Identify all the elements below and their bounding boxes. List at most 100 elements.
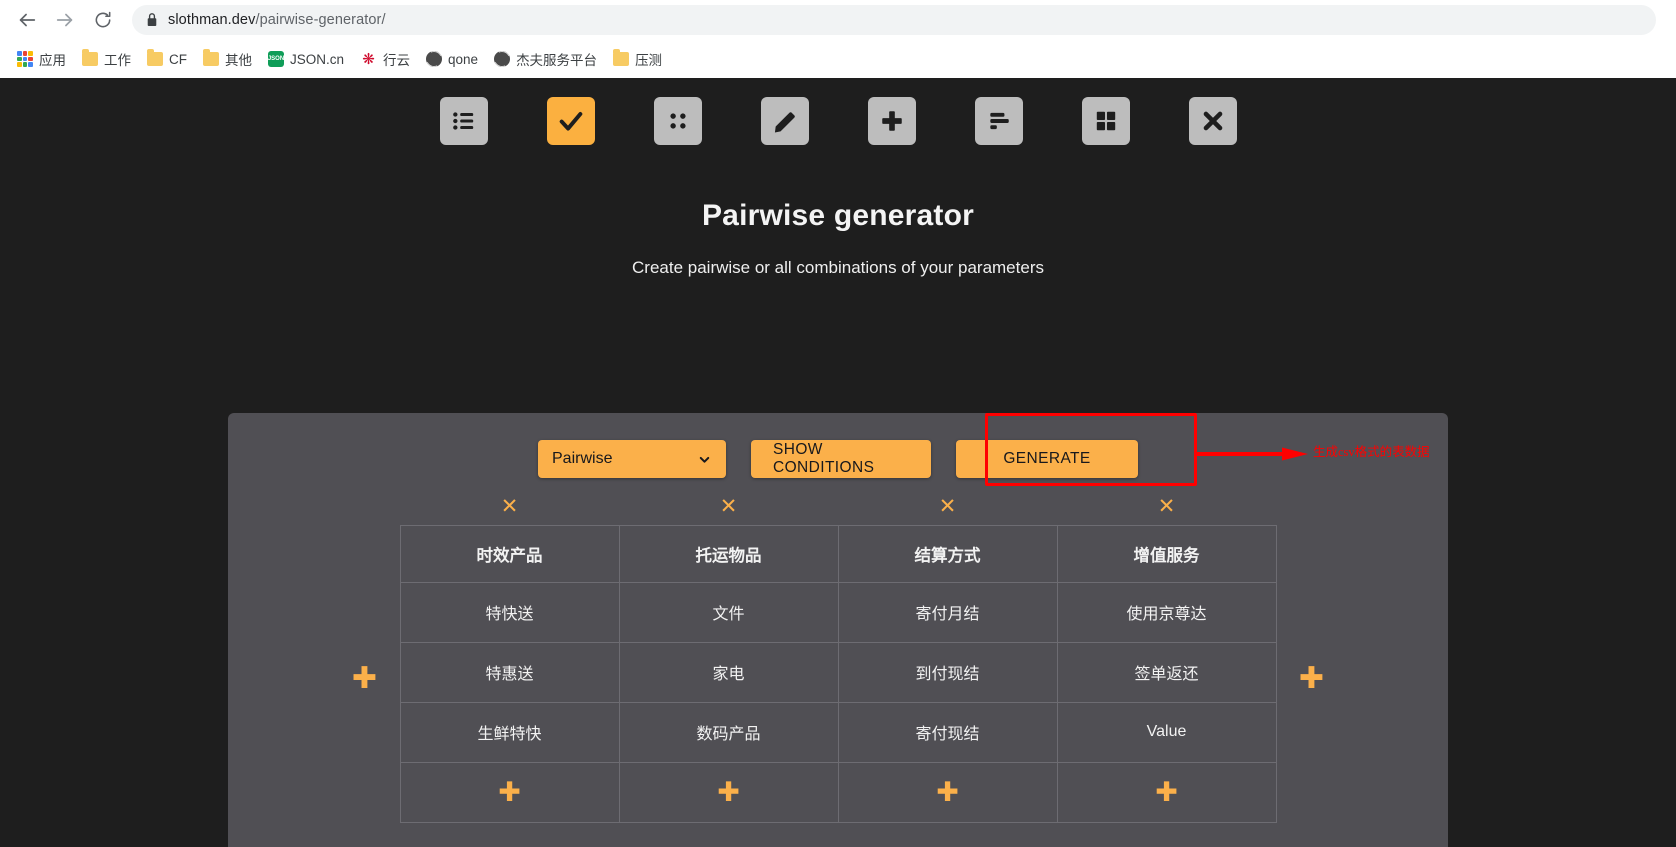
bulleted-list-icon <box>451 108 477 134</box>
annotation-arrow-icon <box>1196 447 1308 461</box>
remove-column-cell[interactable]: ✕ <box>838 491 1057 525</box>
bookmark-yace[interactable]: 压测 <box>606 45 669 73</box>
annotation-text: 生成csv格式的表数据 <box>1313 445 1430 459</box>
bookmark-label: 工作 <box>104 53 131 68</box>
dice-four-icon <box>665 108 691 134</box>
page-subtitle: Create pairwise or all combinations of y… <box>632 258 1044 277</box>
grid-four-icon <box>1093 108 1119 134</box>
edit-button[interactable] <box>760 97 809 145</box>
column-header[interactable]: 时效产品 <box>399 524 620 583</box>
url-text: slothman.dev/pairwise-generator/ <box>168 12 386 28</box>
remove-column-cell[interactable]: ✕ <box>1057 491 1276 525</box>
bookmark-label: 压测 <box>635 53 663 68</box>
remove-column-cell[interactable]: ✕ <box>400 491 619 525</box>
align-left-icon <box>986 108 1012 134</box>
bookmark-jsoncn[interactable]: JSON JSON.cn <box>261 47 351 71</box>
folder-icon <box>613 49 630 66</box>
close-x-icon <box>1200 108 1226 134</box>
close-button[interactable] <box>1188 97 1237 145</box>
app-toolbar <box>0 78 1676 145</box>
app-root: Pairwise generator Create pairwise or al… <box>0 78 1676 847</box>
bookmark-apps[interactable]: 应用 <box>10 45 73 73</box>
folder-icon <box>203 49 219 66</box>
list-view-button[interactable] <box>439 97 488 145</box>
value-cell[interactable]: 使用京尊达 <box>1056 581 1277 643</box>
json-icon: JSON <box>268 51 284 67</box>
check-button[interactable] <box>546 97 595 145</box>
bookmark-label: 其他 <box>225 53 252 68</box>
url-path: /pairwise-generator/ <box>255 12 386 28</box>
add-value-cell[interactable]: ✚ <box>1056 761 1277 823</box>
bookmark-xingyun[interactable]: ❋ 行云 <box>353 45 417 73</box>
folder-icon <box>82 49 98 66</box>
folder-icon <box>147 49 163 66</box>
value-cell[interactable]: 特惠送 <box>399 641 620 703</box>
close-x-icon[interactable]: ✕ <box>720 496 738 517</box>
value-cell[interactable]: 签单返还 <box>1056 641 1277 703</box>
checkmark-icon <box>557 107 585 135</box>
add-value-cell[interactable]: ✚ <box>618 761 839 823</box>
plus-icon <box>879 108 905 134</box>
column-header[interactable]: 增值服务 <box>1056 524 1277 583</box>
globe-icon <box>494 51 511 67</box>
parameter-table: ✕ ✕ ✕ ✕ 时效产品 托运物品 结算方式 增值服务 特快送 文件 寄付月结 … <box>399 491 1277 823</box>
value-cell[interactable]: 数码产品 <box>618 701 839 763</box>
globe-icon <box>426 51 443 67</box>
mode-select[interactable]: Pairwise <box>538 440 726 478</box>
add-button[interactable] <box>867 97 916 145</box>
bookmark-work[interactable]: 工作 <box>75 45 138 73</box>
table-row: 生鲜特快 数码产品 寄付现结 Value <box>399 701 1277 763</box>
table-row: 特惠送 家电 到付现结 签单返还 <box>399 641 1277 703</box>
grid-button[interactable] <box>1081 97 1130 145</box>
generate-button[interactable]: GENERATE <box>956 440 1138 478</box>
bookmark-label: 杰夫服务平台 <box>516 53 598 68</box>
add-value-row: ✚ ✚ ✚ ✚ <box>399 761 1277 823</box>
column-header[interactable]: 结算方式 <box>837 524 1058 583</box>
bookmark-other[interactable]: 其他 <box>196 45 259 73</box>
value-cell[interactable]: 生鲜特快 <box>399 701 620 763</box>
close-x-icon[interactable]: ✕ <box>1158 496 1176 517</box>
huawei-icon: ❋ <box>362 50 375 68</box>
close-x-icon[interactable]: ✕ <box>939 496 957 517</box>
plus-icon[interactable]: ✚ <box>717 777 740 807</box>
plus-icon[interactable]: ✚ <box>936 777 959 807</box>
remove-column-row: ✕ ✕ ✕ ✕ <box>400 491 1276 525</box>
back-arrow-icon[interactable] <box>10 3 44 37</box>
table-row: 特快送 文件 寄付月结 使用京尊达 <box>399 581 1277 643</box>
remove-column-cell[interactable]: ✕ <box>619 491 838 525</box>
add-value-cell[interactable]: ✚ <box>837 761 1058 823</box>
close-x-icon[interactable]: ✕ <box>501 496 519 517</box>
plus-icon[interactable]: ✚ <box>498 777 521 807</box>
url-host: slothman.dev <box>168 12 256 28</box>
value-cell[interactable]: 文件 <box>618 581 839 643</box>
add-value-cell[interactable]: ✚ <box>399 761 620 823</box>
add-column-button-right[interactable]: ✚ <box>1277 522 1347 792</box>
bookmark-label: 行云 <box>383 53 411 68</box>
show-conditions-button[interactable]: SHOW CONDITIONS <box>751 440 931 478</box>
pencil-icon <box>772 108 798 134</box>
column-header[interactable]: 托运物品 <box>618 524 839 583</box>
mode-select-value: Pairwise <box>552 450 613 467</box>
bookmark-label: 应用 <box>39 53 66 68</box>
generator-card: Pairwise SHOW CONDITIONS GENERATE 生成csv格… <box>228 413 1448 847</box>
address-bar[interactable]: slothman.dev/pairwise-generator/ <box>132 5 1656 35</box>
apps-grid-icon <box>17 51 33 67</box>
bookmark-label: qone <box>448 51 479 67</box>
reload-icon[interactable] <box>86 3 120 37</box>
add-row-button-left[interactable]: ✚ <box>330 522 400 792</box>
forward-arrow-icon[interactable] <box>48 3 82 37</box>
browser-chrome: slothman.dev/pairwise-generator/ 应用 工作 C… <box>0 0 1676 78</box>
value-cell[interactable]: 家电 <box>618 641 839 703</box>
plus-icon[interactable]: ✚ <box>1155 777 1178 807</box>
table-header-row: 时效产品 托运物品 结算方式 增值服务 <box>399 524 1277 583</box>
bookmark-qone[interactable]: qone <box>419 47 485 71</box>
value-cell[interactable]: 寄付月结 <box>837 581 1058 643</box>
align-button[interactable] <box>974 97 1023 145</box>
dice-button[interactable] <box>653 97 702 145</box>
value-cell[interactable]: 寄付现结 <box>837 701 1058 763</box>
value-cell[interactable]: 特快送 <box>399 581 620 643</box>
value-cell[interactable]: 到付现结 <box>837 641 1058 703</box>
bookmark-cf[interactable]: CF <box>140 48 194 71</box>
bookmark-jiefu-platform[interactable]: 杰夫服务平台 <box>487 45 604 73</box>
value-cell-placeholder[interactable]: Value <box>1056 701 1277 763</box>
